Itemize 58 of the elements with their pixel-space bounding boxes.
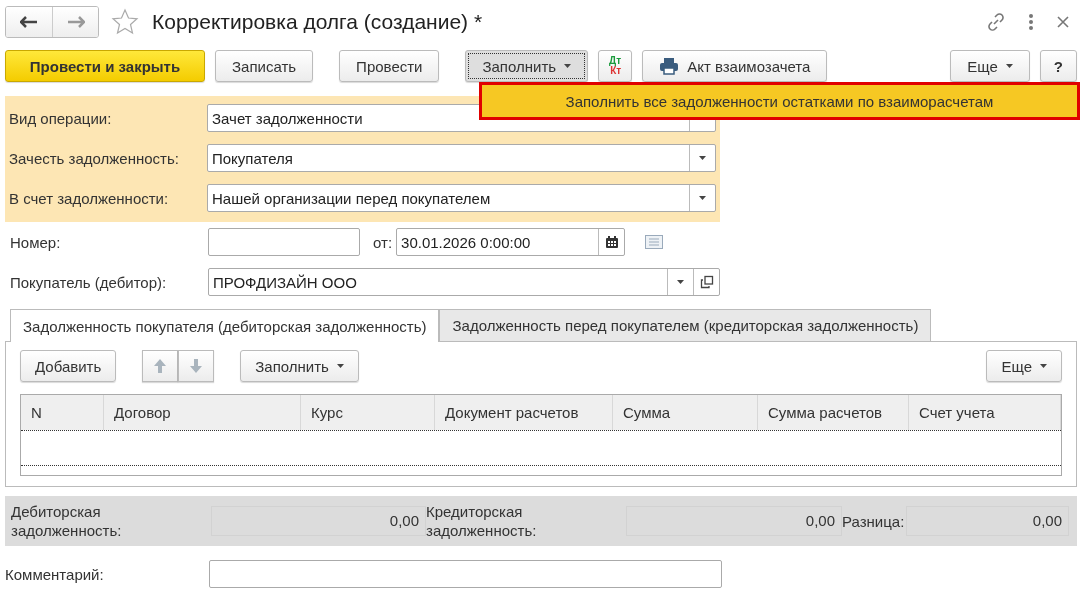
- field-label: Покупатель (дебитор):: [10, 273, 168, 291]
- number-field[interactable]: [208, 228, 360, 256]
- field-label: Номер:: [10, 233, 62, 251]
- field-label: Вид операции:: [9, 109, 113, 127]
- total-value: 0,00: [906, 506, 1069, 536]
- caret-icon[interactable]: [1040, 364, 1047, 368]
- total-label: Кредиторская задолженность:: [426, 502, 538, 540]
- back-button[interactable]: [6, 7, 52, 37]
- help-button[interactable]: ?: [1039, 50, 1077, 82]
- comment-field[interactable]: [209, 560, 722, 588]
- dropdown-field[interactable]: Нашей организации перед покупателем: [207, 184, 716, 212]
- column-header[interactable]: Сумма расчетов: [758, 395, 909, 430]
- fill-button[interactable]: Заполнить: [240, 350, 359, 382]
- field-label: Комментарий:: [5, 565, 105, 583]
- right-arrow-icon[interactable]: [66, 16, 85, 28]
- tab[interactable]: Задолженность покупателя (дебиторская задолженность): [10, 309, 440, 342]
- total-label: Разница:: [842, 511, 906, 531]
- caret-icon[interactable]: [677, 280, 684, 284]
- more-icon[interactable]: [1028, 13, 1034, 31]
- total-label: Дебиторская задолженность:: [11, 502, 123, 540]
- post-and-close-button[interactable]: Провести и закрыть: [5, 50, 205, 82]
- dropdown-field[interactable]: Покупателя: [207, 144, 716, 172]
- caret-icon[interactable]: [564, 64, 572, 68]
- debit-credit-button[interactable]: Дт Кт: [598, 50, 633, 82]
- caret-icon[interactable]: [699, 156, 706, 160]
- fill-button[interactable]: Заполнить: [465, 50, 589, 82]
- column-header[interactable]: Договор: [104, 395, 301, 430]
- add-button[interactable]: Добавить: [20, 350, 117, 382]
- column-header[interactable]: Сумма: [613, 395, 758, 430]
- calendar-icon[interactable]: [605, 236, 618, 248]
- field-label: Зачесть задолженность:: [9, 149, 180, 167]
- total-value: 0,00: [211, 506, 426, 536]
- print-button[interactable]: Акт взаимозачета: [642, 50, 828, 82]
- column-header[interactable]: Документ расчетов: [435, 395, 613, 430]
- window-title: Корректировка долга (создание) *: [152, 10, 484, 34]
- table-row[interactable]: [21, 430, 1061, 466]
- column-header[interactable]: Курс: [301, 395, 435, 430]
- caret-icon[interactable]: [336, 364, 344, 368]
- dropdown-field[interactable]: ПРОФДИЗАЙН ООО: [208, 268, 720, 296]
- field-label: В счет задолженности:: [9, 189, 170, 207]
- left-arrow-icon[interactable]: [20, 16, 38, 28]
- printer-icon[interactable]: [659, 57, 680, 75]
- star-icon[interactable]: [111, 8, 139, 36]
- tab[interactable]: Задолженность перед покупателем (кредиторская задолженность): [439, 309, 932, 341]
- more-button[interactable]: Еще: [986, 350, 1062, 382]
- field-label: от:: [373, 233, 393, 251]
- column-header[interactable]: Счет учета: [909, 395, 1061, 430]
- open-icon[interactable]: [699, 275, 714, 289]
- toolbar-button[interactable]: Записать: [215, 50, 314, 82]
- date-field[interactable]: 30.01.2026 0:00:00: [396, 228, 626, 256]
- caret-icon[interactable]: [1005, 64, 1013, 68]
- caret-icon[interactable]: [699, 196, 706, 200]
- total-value: 0,00: [626, 506, 842, 536]
- toolbar-button[interactable]: Провести: [339, 50, 440, 82]
- more-button[interactable]: Еще: [950, 50, 1030, 82]
- close-icon[interactable]: [1056, 15, 1070, 29]
- link-icon[interactable]: [986, 12, 1006, 32]
- column-header[interactable]: N: [21, 395, 104, 430]
